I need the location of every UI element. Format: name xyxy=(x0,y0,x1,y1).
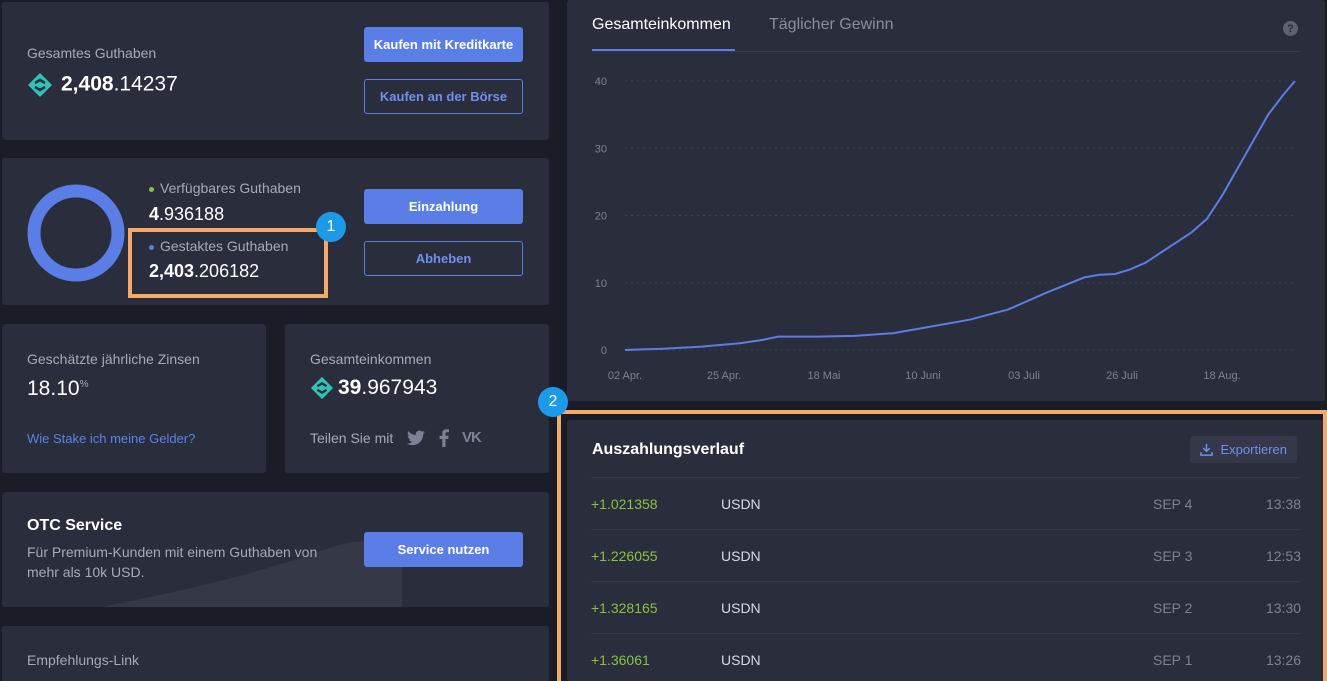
x-tick-label: 26 Juli xyxy=(1106,370,1138,382)
payout-currency: USDN xyxy=(721,600,761,616)
x-tick-label: 02 Apr. xyxy=(608,370,642,382)
download-icon xyxy=(1199,443,1213,456)
payout-history-title: Auszahlungsverlauf xyxy=(592,441,745,458)
payout-date: SEP 4 xyxy=(1153,496,1193,512)
referral-label: Empfehlungs-Link xyxy=(27,652,140,668)
table-row: +1.328165 USDN SEP 2 13:30 xyxy=(591,581,1301,633)
payout-date: SEP 3 xyxy=(1153,548,1193,564)
x-tick-label: 10 Juni xyxy=(905,370,940,382)
export-label: Exportieren xyxy=(1220,442,1287,457)
balance-int: 2,408 xyxy=(61,72,114,96)
balance-frac: .14237 xyxy=(113,72,178,96)
y-tick-label: 10 xyxy=(595,278,607,290)
annotation-badge-2: 2 xyxy=(538,387,568,417)
payout-currency: USDN xyxy=(721,496,761,512)
x-tick-label: 18 Aug. xyxy=(1203,370,1240,382)
annotation-badge-1: 1 xyxy=(316,212,346,242)
y-tick-label: 0 xyxy=(601,345,607,357)
y-tick-label: 30 xyxy=(595,143,607,155)
share-label: Teilen Sie mit xyxy=(310,430,394,446)
x-tick-label: 25 Apr. xyxy=(707,370,741,382)
balance-label: Gesamtes Guthaben xyxy=(27,45,157,61)
available-dot xyxy=(149,186,154,192)
waves-token-icon xyxy=(28,73,52,97)
staked-value: 2,403.206182 xyxy=(149,261,259,282)
staked-dot xyxy=(149,244,154,250)
x-tick-label: 03 Juli xyxy=(1008,370,1040,382)
payout-time: 13:30 xyxy=(1265,600,1301,616)
income-frac: .967943 xyxy=(361,376,438,399)
payout-amount: +1.328165 xyxy=(591,600,658,616)
export-button[interactable]: Exportieren xyxy=(1189,436,1297,463)
referral-card: Empfehlungs-Link xyxy=(2,626,549,681)
income-value: 39.967943 xyxy=(310,376,437,400)
income-int: 39 xyxy=(338,376,362,399)
otc-card: OTC Service Für Premium-Kunden mit einem… xyxy=(2,492,549,607)
available-value: 4.936188 xyxy=(149,204,224,225)
table-row: +1.226055 USDN SEP 3 12:53 xyxy=(591,529,1301,581)
withdraw-button[interactable]: Abheben xyxy=(364,241,523,276)
available-frac: .936188 xyxy=(159,204,225,224)
payout-time: 12:53 xyxy=(1265,548,1301,564)
available-int: 4 xyxy=(149,204,160,224)
balance-card: Gesamtes Guthaben 2,408.14237 Kaufen mit… xyxy=(2,2,549,140)
twitter-icon[interactable] xyxy=(407,430,425,446)
interest-value: 18.10% xyxy=(27,377,88,401)
income-line-chart: 0 10 20 30 40 02 Apr. 25 Apr. 18 Mai 10 Juni 03 J… xyxy=(595,76,1296,382)
staked-label: Gestaktes Guthaben xyxy=(149,238,288,254)
otc-desc-line1: Für Premium-Kunden mit einem Guthaben vo… xyxy=(27,544,318,560)
interest-unit: % xyxy=(79,379,89,390)
payout-currency: USDN xyxy=(721,548,761,564)
available-label-text: Verfügbares Guthaben xyxy=(160,180,301,196)
payout-amount: +1.021358 xyxy=(591,496,658,512)
payout-amount: +1.36061 xyxy=(591,652,650,668)
staking-card: Verfügbares Guthaben 4.936188 Gestaktes … xyxy=(2,158,549,305)
how-to-stake-link[interactable]: Wie Stake ich meine Gelder? xyxy=(27,431,195,446)
otc-desc-line2: mehr als 10k USD. xyxy=(27,564,145,580)
interest-number: 18.10 xyxy=(27,377,80,400)
waves-token-icon xyxy=(310,377,334,400)
chart-card: Gesamteinkommen Täglicher Gewinn ? 0 10 20… xyxy=(567,0,1325,401)
deposit-button[interactable]: Einzahlung xyxy=(364,189,523,224)
vk-icon[interactable]: VK xyxy=(462,429,482,446)
staked-label-text: Gestaktes Guthaben xyxy=(160,238,289,254)
buy-credit-card-button[interactable]: Kaufen mit Kreditkarte xyxy=(364,27,523,62)
payout-history-card: Auszahlungsverlauf Exportieren +1.021358… xyxy=(567,420,1325,681)
facebook-icon[interactable] xyxy=(439,429,449,447)
interest-label: Geschätzte jährliche Zinsen xyxy=(27,351,200,367)
payout-date: SEP 2 xyxy=(1153,600,1193,616)
payout-time: 13:26 xyxy=(1265,652,1301,668)
payout-time: 13:38 xyxy=(1265,496,1301,512)
available-label: Verfügbares Guthaben xyxy=(149,180,301,196)
y-tick-label: 40 xyxy=(595,76,607,88)
income-label: Gesamteinkommen xyxy=(310,351,432,367)
table-row: +1.021358 USDN SEP 4 13:38 xyxy=(591,477,1301,529)
payout-currency: USDN xyxy=(721,652,761,668)
series-line xyxy=(624,80,1296,351)
buy-exchange-button[interactable]: Kaufen an der Börse xyxy=(364,79,523,114)
y-tick-label: 20 xyxy=(595,211,607,223)
otc-title: OTC Service xyxy=(27,517,123,534)
payout-date: SEP 1 xyxy=(1153,652,1193,668)
use-service-button[interactable]: Service nutzen xyxy=(364,532,523,567)
table-row: +1.36061 USDN SEP 1 13:26 xyxy=(591,633,1301,681)
staked-int: 2,403 xyxy=(149,261,195,281)
x-tick-label: 18 Mai xyxy=(807,370,840,382)
payout-amount: +1.226055 xyxy=(591,548,658,564)
interest-card: Geschätzte jährliche Zinsen 18.10% Wie S… xyxy=(2,324,266,473)
income-card: Gesamteinkommen 39.967943 Teilen Sie mit… xyxy=(285,324,549,473)
staked-frac: .206182 xyxy=(194,261,260,281)
balance-value: 2,408.14237 xyxy=(27,72,178,98)
balance-donut-chart xyxy=(27,184,125,282)
